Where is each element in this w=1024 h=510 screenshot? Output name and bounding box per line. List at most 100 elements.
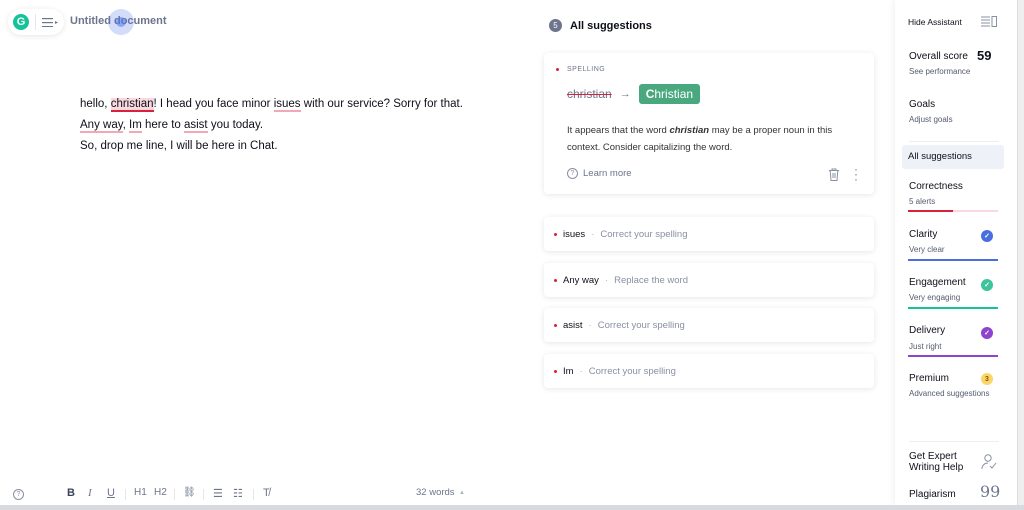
learn-more-label: Learn more (583, 168, 632, 179)
premium-subtitle: Advanced suggestions (909, 389, 990, 398)
hide-assistant-button[interactable]: Hide Assistant (908, 17, 962, 27)
help-icon[interactable]: ? (13, 489, 24, 500)
window-edge (1017, 0, 1024, 510)
correctness-status: 5 alerts (909, 197, 936, 206)
text: you today. (207, 119, 264, 131)
sidebar-item-engagement[interactable]: Engagement (909, 277, 966, 288)
suggestion-card[interactable]: Im · Correct your spelling (544, 354, 874, 388)
accept-suggestion-button[interactable]: Christian (638, 84, 701, 104)
flagged-word[interactable]: isues (273, 98, 301, 112)
cursor-highlight (108, 9, 134, 35)
text: It appears that the word (567, 125, 670, 136)
alert-dot (556, 68, 559, 71)
suggestion-card[interactable]: Any way · Replace the word (544, 263, 874, 297)
logo-menu-pill[interactable]: G ▸ (8, 9, 64, 35)
sidebar-item-delivery[interactable]: Delivery (909, 325, 945, 336)
sidebar-item-clarity[interactable]: Clarity (909, 229, 937, 240)
replacement-row: christian → Christian (567, 84, 701, 104)
suggestion-card[interactable]: isues · Correct your spelling (544, 217, 874, 251)
more-options-icon[interactable]: · · · (854, 163, 858, 185)
sidebar-item-premium[interactable]: Premium (909, 373, 949, 384)
app-window: G ▸ Untitled document hello, christian! … (0, 0, 1024, 510)
expert-help-line2: Writing Help (909, 462, 964, 473)
expert-person-icon[interactable] (980, 453, 998, 471)
text: with our service? Sorry for that. (300, 98, 463, 110)
bold-button[interactable]: B (67, 487, 75, 499)
editor-line: Any way, Im here to asist you today. (80, 115, 463, 136)
premium-count-badge: 3 (981, 373, 993, 385)
separator: · (588, 319, 592, 331)
editor-line: So, drop me line, I will be here in Chat… (80, 140, 278, 152)
italic-button[interactable]: I (88, 487, 92, 499)
flagged-word[interactable]: Any way (80, 119, 123, 133)
grammarly-logo-icon[interactable]: G (13, 14, 29, 30)
adjust-goals-link[interactable]: Adjust goals (909, 115, 953, 124)
suggestion-word: Im (563, 365, 574, 377)
overall-score-value: 59 (977, 48, 992, 63)
suggestion-card[interactable]: asist · Correct your spelling (544, 308, 874, 342)
suggestions-header: 5 All suggestions (549, 19, 652, 32)
ordered-list-icon[interactable]: ☰ (213, 487, 223, 500)
flagged-word[interactable]: asist (183, 119, 208, 133)
link-icon[interactable]: ⛓ (183, 487, 196, 498)
clear-format-icon[interactable]: T̸ (263, 487, 270, 499)
divider (125, 489, 126, 500)
flagged-word[interactable]: Im (129, 119, 142, 133)
menu-icon[interactable]: ▸ (42, 17, 58, 27)
alert-dot (554, 369, 557, 373)
clarity-check-icon: ✓ (981, 230, 993, 242)
alert-dot (554, 323, 557, 327)
fix-rest: hristian (654, 87, 694, 101)
format-toolbar: ? B I U H1 H2 ⛓ ☰ ☷ T̸ 32 words ▲ (0, 484, 895, 506)
separator: · (591, 228, 595, 240)
quote-icon[interactable]: 99 (980, 484, 1000, 500)
flagged-word-active[interactable]: christian (110, 98, 154, 112)
editor-area[interactable]: hello, christian! I head you face minor … (80, 94, 463, 157)
bullet-list-icon[interactable]: ☷ (233, 487, 243, 500)
suggestions-title: All suggestions (570, 19, 652, 32)
correctness-bar-track (908, 210, 998, 212)
panel-toggle-icon[interactable] (981, 16, 997, 27)
clarity-bar-fill (908, 259, 998, 261)
see-performance-link[interactable]: See performance (909, 67, 970, 76)
plagiarism-button[interactable]: Plagiarism (909, 489, 956, 500)
caret-up-icon[interactable]: ▲ (459, 490, 465, 496)
suggestion-hint: Correct your spelling (588, 365, 676, 377)
learn-more-link[interactable]: ? Learn more (567, 168, 632, 179)
divider (35, 14, 36, 30)
h1-button[interactable]: H1 (134, 487, 147, 498)
suggestion-card-expanded[interactable]: SPELLING christian → Christian It appear… (544, 53, 874, 194)
suggestion-hint: Replace the word (614, 274, 689, 286)
divider (909, 141, 999, 142)
delivery-bar-track (908, 355, 998, 357)
arrow-right-icon: → (619, 88, 631, 100)
h2-button[interactable]: H2 (154, 487, 167, 498)
clarity-bar-track (908, 259, 998, 261)
question-icon: ? (567, 168, 578, 179)
clarity-status: Very clear (909, 245, 945, 254)
suggestion-count-badge: 5 (549, 19, 562, 32)
separator: · (579, 365, 583, 377)
overall-score-label[interactable]: Overall score (909, 51, 968, 62)
expert-help-button[interactable]: Get Expert Writing Help (909, 451, 963, 473)
sidebar-item-correctness[interactable]: Correctness (909, 181, 963, 192)
underline-button[interactable]: U (107, 487, 115, 499)
text: hello, (80, 98, 111, 110)
sidebar-item-all-suggestions[interactable]: All suggestions (902, 145, 1004, 169)
word-count[interactable]: 32 words (416, 487, 455, 498)
expert-help-line1: Get Expert (909, 451, 957, 462)
highlighted-word: christian (669, 125, 710, 136)
engagement-bar-fill (908, 307, 998, 309)
alert-dot (554, 232, 557, 236)
original-word: christian (567, 87, 612, 101)
delivery-status: Just right (909, 342, 942, 351)
engagement-bar-track (908, 307, 998, 309)
assistant-sidebar: Hide Assistant Overall score 59 See perf… (895, 0, 1017, 505)
correctness-bar-fill (908, 210, 953, 212)
goals-label[interactable]: Goals (909, 99, 935, 110)
trash-icon[interactable] (828, 168, 840, 181)
category-label: SPELLING (567, 66, 606, 73)
suggestion-explanation: It appears that the word christian may b… (567, 122, 867, 156)
engagement-check-icon: ✓ (981, 279, 993, 291)
suggestion-word: isues (563, 228, 586, 240)
